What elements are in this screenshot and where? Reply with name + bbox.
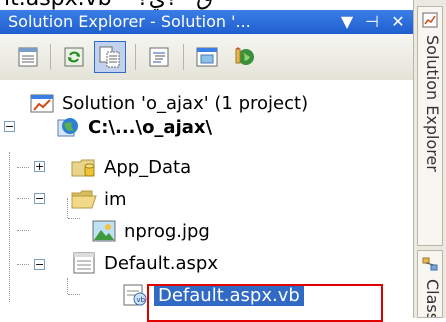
- window-title: Solution Explorer - Solution '...: [8, 12, 251, 31]
- class-diagram-button[interactable]: [229, 41, 261, 73]
- solution-label: Solution 'o_ajax' (1 project): [62, 92, 309, 114]
- project-collapse-toggle[interactable]: −: [4, 121, 15, 132]
- docked-tab-strip: Solution Explorer Class: [413, 0, 446, 318]
- tree-node-im[interactable]: im: [70, 184, 127, 214]
- refresh-button[interactable]: [58, 41, 90, 73]
- top-caption-text: lt.aspx.vb ^?ق^?ي: [4, 0, 213, 10]
- tree-node-app-data[interactable]: App_Data: [70, 152, 191, 182]
- properties-button[interactable]: [12, 41, 44, 73]
- view-designer-button[interactable]: [191, 41, 223, 73]
- tree-node-nprog-jpg[interactable]: nprog.jpg: [90, 216, 210, 246]
- view-designer-icon: [196, 47, 218, 67]
- view-code-button[interactable]: [143, 41, 175, 73]
- vb-code-file-icon: vb: [123, 284, 147, 306]
- show-all-files-icon: [99, 46, 120, 68]
- app-data-label: App_Data: [104, 156, 192, 178]
- properties-icon: [18, 47, 38, 67]
- solution-explorer-tab-label: Solution Explorer: [423, 35, 442, 172]
- folder-open-icon: [71, 190, 97, 209]
- image-file-icon: [92, 220, 116, 242]
- class-view-icon: [422, 257, 438, 271]
- folder-database-icon: [71, 159, 95, 177]
- nprog-jpg-label: nprog.jpg: [124, 220, 210, 242]
- solution-explorer-toolbar: [0, 34, 413, 81]
- default-aspx-label: Default.aspx: [104, 252, 218, 274]
- class-diagram-icon: [235, 47, 254, 65]
- view-code-icon: [149, 47, 169, 67]
- solution-explorer-icon: [422, 12, 438, 28]
- im-label: im: [104, 188, 127, 210]
- tree-node-default-aspx[interactable]: Default.aspx: [70, 248, 218, 278]
- default-aspx-collapse-toggle[interactable]: −: [34, 259, 45, 270]
- tool-window-title-bar[interactable]: Solution Explorer - Solution '... ▼ ⊣ ✕: [0, 10, 413, 34]
- refresh-icon: [64, 47, 84, 67]
- web-form-icon: [73, 252, 95, 274]
- solution-tree: Solution 'o_ajax' (1 project) − C:\...\o…: [0, 80, 413, 318]
- show-all-files-button[interactable]: [94, 41, 126, 73]
- window-position-dropdown[interactable]: ▼: [335, 10, 359, 34]
- highlight-box: [147, 284, 383, 322]
- web-project-icon: [57, 118, 78, 137]
- solution-icon: [30, 94, 54, 113]
- project-label: C:\...\o_ajax\: [88, 116, 213, 138]
- cropped-top-caption: lt.aspx.vb ^?ق^?ي: [0, 0, 446, 10]
- class-view-tab-label: Class: [423, 279, 442, 318]
- auto-hide-pin-button[interactable]: ⊣: [360, 10, 384, 34]
- app-data-expand-toggle[interactable]: +: [34, 161, 45, 172]
- im-collapse-toggle[interactable]: −: [34, 193, 45, 204]
- solution-explorer-dock-tab[interactable]: Solution Explorer: [417, 6, 443, 246]
- close-button[interactable]: ✕: [386, 10, 410, 34]
- svg-text:vb: vb: [137, 296, 146, 304]
- tree-node-project[interactable]: C:\...\o_ajax\: [54, 112, 212, 142]
- class-view-dock-tab[interactable]: Class: [417, 250, 443, 318]
